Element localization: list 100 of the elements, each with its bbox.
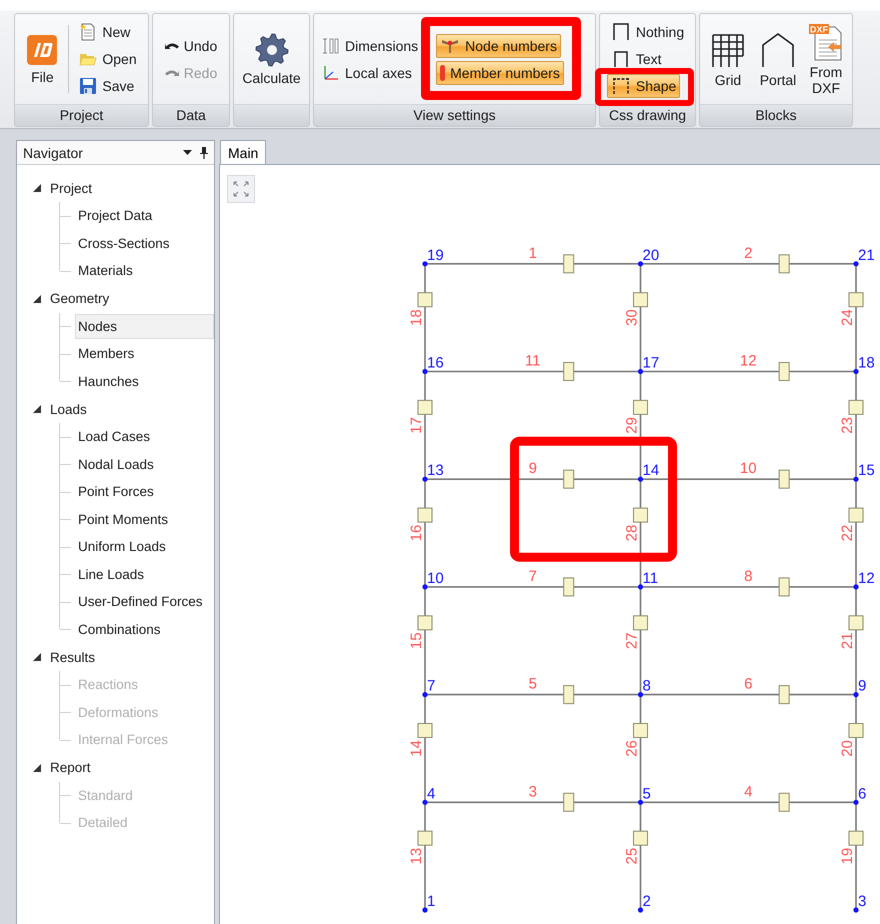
tree-item[interactable]: Materials <box>75 258 214 284</box>
member-marker[interactable] <box>418 830 432 846</box>
tree-item[interactable]: Line Loads <box>75 562 214 587</box>
member-line[interactable] <box>424 694 426 802</box>
node-dot[interactable] <box>638 692 644 698</box>
node-dot[interactable] <box>422 692 428 698</box>
member-line[interactable] <box>640 694 856 696</box>
member-line[interactable] <box>425 478 640 480</box>
tree-item[interactable]: Nodal Loads <box>75 452 214 477</box>
zoom-extents-button[interactable] <box>227 175 255 203</box>
ribbon-button[interactable]: Open <box>75 47 141 71</box>
member-marker[interactable] <box>848 508 864 523</box>
member-line[interactable] <box>640 802 642 910</box>
ribbon-button[interactable]: File <box>22 30 62 88</box>
member-line[interactable] <box>855 802 857 910</box>
toggle-button[interactable]: Shape <box>606 74 680 98</box>
member-line[interactable] <box>640 478 856 480</box>
node-dot[interactable] <box>422 476 428 482</box>
member-marker[interactable] <box>778 254 790 274</box>
member-marker[interactable] <box>633 400 648 415</box>
member-line[interactable] <box>640 802 856 804</box>
tree-item[interactable]: Combinations <box>75 616 214 642</box>
member-marker[interactable] <box>563 685 574 704</box>
member-marker[interactable] <box>418 400 432 415</box>
pin-icon[interactable] <box>200 146 208 158</box>
tab[interactable]: Main <box>220 140 266 164</box>
member-line[interactable] <box>640 586 642 695</box>
member-line[interactable] <box>425 586 640 588</box>
node-dot[interactable] <box>638 368 644 374</box>
member-line[interactable] <box>855 694 857 802</box>
member-marker[interactable] <box>633 615 648 630</box>
member-marker[interactable] <box>418 508 432 523</box>
ribbon-button[interactable]: Grid <box>705 26 751 92</box>
node-dot[interactable] <box>422 800 428 805</box>
tree-item[interactable]: Point Moments <box>75 506 214 532</box>
tree-item[interactable]: Results <box>50 650 96 664</box>
member-marker[interactable] <box>563 470 574 489</box>
member-marker[interactable] <box>563 577 574 596</box>
member-marker[interactable] <box>633 830 648 846</box>
member-marker[interactable] <box>848 400 864 415</box>
toggle-button[interactable]: Dimensions <box>318 34 422 58</box>
toggle-button[interactable]: Nothing <box>606 20 688 44</box>
member-line[interactable] <box>640 586 856 588</box>
member-line[interactable] <box>424 479 426 587</box>
ribbon-button[interactable]: DXF From DXF <box>805 18 847 100</box>
collapse-icon[interactable] <box>33 184 41 192</box>
member-marker[interactable] <box>778 470 790 489</box>
toggle-button[interactable]: Text <box>606 47 666 71</box>
ribbon-button[interactable]: Portal <box>755 26 801 92</box>
member-line[interactable] <box>425 802 640 804</box>
member-line[interactable] <box>425 263 640 265</box>
tree-item[interactable]: Haunches <box>75 368 214 394</box>
member-line[interactable] <box>640 694 642 802</box>
tree-item[interactable]: Loads <box>50 402 87 416</box>
node-dot[interactable] <box>638 261 644 266</box>
node-dot[interactable] <box>422 368 428 374</box>
ribbon-button[interactable]: Undo <box>160 34 222 58</box>
member-marker[interactable] <box>563 792 574 812</box>
member-marker[interactable] <box>778 685 790 704</box>
toggle-button[interactable]: Member numbers <box>436 60 564 84</box>
node-dot[interactable] <box>853 368 859 374</box>
member-line[interactable] <box>855 586 857 695</box>
member-line[interactable] <box>424 264 426 372</box>
member-line[interactable] <box>425 694 640 696</box>
node-dot[interactable] <box>422 261 428 266</box>
node-dot[interactable] <box>853 261 859 266</box>
tree-item[interactable]: Project Data <box>75 203 214 228</box>
member-marker[interactable] <box>778 577 790 596</box>
ribbon-button[interactable]: Save <box>75 74 138 98</box>
node-dot[interactable] <box>853 476 859 482</box>
node-dot[interactable] <box>638 800 644 805</box>
node-dot[interactable] <box>638 476 644 482</box>
tree-item[interactable]: Report <box>50 760 91 775</box>
node-dot[interactable] <box>853 907 859 913</box>
member-marker[interactable] <box>848 830 864 846</box>
tree-item[interactable]: Point Forces <box>75 479 214 504</box>
tree-item[interactable]: Project <box>50 180 92 196</box>
toggle-button[interactable]: Local axes <box>318 60 416 84</box>
tree-item[interactable]: Members <box>75 341 214 366</box>
collapse-icon[interactable] <box>33 405 41 413</box>
collapse-icon[interactable] <box>33 653 41 661</box>
member-line[interactable] <box>855 372 857 480</box>
member-marker[interactable] <box>418 723 432 738</box>
ribbon-button[interactable]: Calculate <box>238 28 305 90</box>
member-marker[interactable] <box>848 292 864 308</box>
member-line[interactable] <box>424 802 426 910</box>
node-dot[interactable] <box>853 584 859 590</box>
member-line[interactable] <box>640 370 856 372</box>
node-dot[interactable] <box>422 907 428 913</box>
member-line[interactable] <box>425 370 640 372</box>
member-line[interactable] <box>640 264 642 372</box>
dropdown-icon[interactable] <box>183 150 192 156</box>
member-line[interactable] <box>855 264 857 372</box>
collapse-icon[interactable] <box>33 764 41 772</box>
member-marker[interactable] <box>633 723 648 738</box>
member-marker[interactable] <box>418 292 432 308</box>
member-line[interactable] <box>424 372 426 480</box>
member-line[interactable] <box>640 372 642 480</box>
tree-item[interactable]: Load Cases <box>75 424 214 450</box>
node-dot[interactable] <box>422 584 428 590</box>
